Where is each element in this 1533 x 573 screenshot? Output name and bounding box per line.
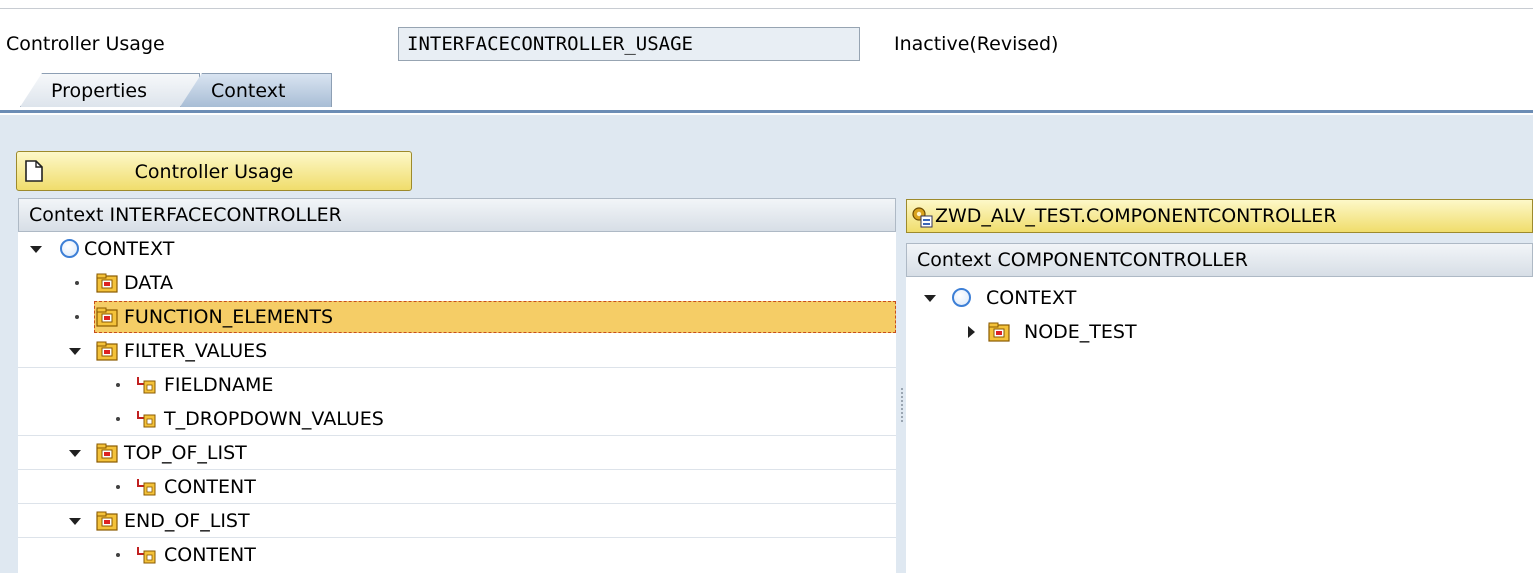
tree-row-top-of-list[interactable]: TOP_OF_LIST xyxy=(18,436,896,470)
status-text: Inactive(Revised) xyxy=(894,33,1059,55)
leaf-dot-icon xyxy=(75,315,79,319)
attribute-icon xyxy=(137,411,156,428)
attribute-icon xyxy=(137,479,156,496)
tree-row-node-test[interactable]: NODE_TEST xyxy=(906,315,1533,349)
tab-label: Context xyxy=(211,80,286,102)
tree-node-label: DATA xyxy=(124,272,173,294)
tree-node-label: CONTEXT xyxy=(986,287,1077,309)
left-panel-header: Context INTERFACECONTROLLER xyxy=(18,198,896,232)
controller-usage-button[interactable]: Controller Usage xyxy=(16,151,412,191)
componentcontroller-context-tree: CONTEXT NODE_TEST xyxy=(906,277,1533,573)
tree-row-function-elements[interactable]: FUNCTION_ELEMENTS xyxy=(18,300,896,334)
expand-arrow-icon[interactable] xyxy=(30,246,42,253)
component-controller-title-text: ZWD_ALV_TEST.COMPONENTCONTROLLER xyxy=(935,205,1337,227)
component-controller-icon xyxy=(912,207,933,228)
tree-node-label: FIELDNAME xyxy=(164,374,274,396)
tree-row-filter-values[interactable]: FILTER_VALUES xyxy=(18,334,896,368)
document-icon xyxy=(25,160,43,182)
controller-usage-button-label: Controller Usage xyxy=(134,161,294,183)
controller-usage-label: Controller Usage xyxy=(6,33,165,55)
tab-properties[interactable]: Properties xyxy=(20,73,200,107)
screen-header: Controller Usage INTERFACECONTROLLER_USA… xyxy=(0,0,1533,115)
context-root-icon xyxy=(60,239,79,258)
leaf-dot-icon xyxy=(116,485,120,489)
tree-node-label: FILTER_VALUES xyxy=(124,340,268,362)
panel-splitter-handle[interactable] xyxy=(901,388,903,424)
tree-row-content[interactable]: CONTENT xyxy=(18,470,896,504)
collapse-arrow-icon[interactable] xyxy=(968,326,975,338)
tree-node-label: T_DROPDOWN_VALUES xyxy=(164,408,384,430)
tree-node-label: END_OF_LIST xyxy=(124,510,250,532)
expand-arrow-icon[interactable] xyxy=(69,348,81,355)
tree-node-label: TOP_OF_LIST xyxy=(124,442,247,464)
tree-node-label: CONTENT xyxy=(164,476,256,498)
tab-context[interactable]: Context xyxy=(180,73,332,107)
context-node-icon xyxy=(96,273,118,293)
context-node-icon xyxy=(988,322,1010,342)
attribute-icon xyxy=(137,547,156,564)
controller-usage-field[interactable]: INTERFACECONTROLLER_USAGE xyxy=(398,27,860,61)
context-node-icon xyxy=(96,341,118,361)
tree-node-label: FUNCTION_ELEMENTS xyxy=(124,306,334,328)
tree-row-data[interactable]: DATA xyxy=(18,266,896,300)
leaf-dot-icon xyxy=(116,383,120,387)
tree-node-label: CONTEXT xyxy=(84,238,175,260)
leaf-dot-icon xyxy=(116,417,120,421)
top-divider xyxy=(0,8,1533,9)
leaf-dot-icon xyxy=(116,553,120,557)
component-controller-title[interactable]: ZWD_ALV_TEST.COMPONENTCONTROLLER xyxy=(906,199,1533,233)
expand-arrow-icon[interactable] xyxy=(69,450,81,457)
tree-row-end-of-list[interactable]: END_OF_LIST xyxy=(18,504,896,538)
expand-arrow-icon[interactable] xyxy=(924,295,936,302)
right-panel-header: Context COMPONENTCONTROLLER xyxy=(906,243,1533,277)
tab-label: Properties xyxy=(51,80,148,102)
tab-strip-line xyxy=(0,110,1533,113)
tree-node-label: CONTENT xyxy=(164,544,256,566)
left-panel-title: Context INTERFACECONTROLLER xyxy=(29,204,342,226)
tree-row-content[interactable]: CONTENT xyxy=(18,538,896,572)
tree-row-context[interactable]: CONTEXT xyxy=(18,232,896,266)
context-node-icon xyxy=(96,307,118,327)
tree-row-fieldname[interactable]: FIELDNAME xyxy=(18,368,896,402)
context-node-icon xyxy=(96,443,118,463)
interfacecontroller-context-tree: CONTEXT DATA FUNCTION_ELEMENTS FILTER_VA… xyxy=(18,232,896,573)
tree-node-label: NODE_TEST xyxy=(1024,321,1137,343)
right-panel-title: Context COMPONENTCONTROLLER xyxy=(917,249,1248,271)
attribute-icon xyxy=(137,377,156,394)
context-node-icon xyxy=(96,511,118,531)
context-root-icon xyxy=(952,288,971,307)
tree-row-t-dropdown-values[interactable]: T_DROPDOWN_VALUES xyxy=(18,402,896,436)
tree-row-context[interactable]: CONTEXT xyxy=(906,281,1533,315)
leaf-dot-icon xyxy=(75,281,79,285)
expand-arrow-icon[interactable] xyxy=(69,518,81,525)
